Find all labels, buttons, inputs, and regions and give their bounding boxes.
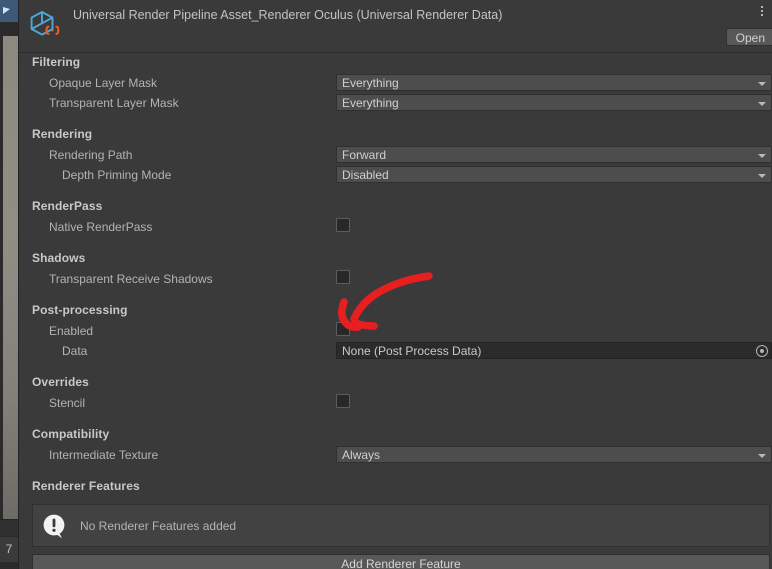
chevron-down-icon <box>758 102 766 106</box>
property-row-rendering-path: Rendering Path Forward <box>19 145 772 165</box>
property-label: Intermediate Texture <box>49 448 159 462</box>
post-processing-enabled-checkbox[interactable] <box>336 322 350 336</box>
property-row-stencil: Stencil <box>19 393 772 413</box>
chevron-down-icon <box>758 174 766 178</box>
help-box-message: No Renderer Features added <box>80 519 237 533</box>
section-header: Shadows <box>32 251 86 265</box>
property-label: Data <box>62 344 88 358</box>
unity-scriptable-object-icon <box>28 8 64 44</box>
help-box-row: No Renderer Features added <box>19 504 772 547</box>
transparent-receive-shadows-checkbox[interactable] <box>336 270 350 284</box>
stencil-checkbox[interactable] <box>336 394 350 408</box>
property-row-native-renderpass: Native RenderPass <box>19 217 772 237</box>
dropdown-value: Everything <box>342 96 399 110</box>
left-pane-number: 7 <box>0 536 18 562</box>
object-field-value: None (Post Process Data) <box>342 344 482 358</box>
section-header-row: Filtering <box>19 53 772 73</box>
section-header: Post-processing <box>32 303 128 317</box>
transparent-layer-mask-field[interactable]: Everything <box>336 94 772 111</box>
chevron-down-icon <box>758 454 766 458</box>
section-header-row: Shadows <box>19 249 772 269</box>
play-triangle-icon <box>3 7 10 14</box>
dropdown-value: Everything <box>342 76 399 90</box>
section-header-row: Overrides <box>19 373 772 393</box>
property-label: Stencil <box>49 396 86 410</box>
asset-title: Universal Render Pipeline Asset_Renderer… <box>73 8 503 22</box>
add-renderer-feature-button[interactable]: Add Renderer Feature <box>32 554 770 569</box>
depth-priming-mode-field[interactable]: Disabled <box>336 166 772 183</box>
property-row-depth-priming-mode: Depth Priming Mode Disabled <box>19 165 772 185</box>
property-row-post-processing-enabled: Enabled <box>19 321 772 341</box>
chevron-down-icon <box>758 82 766 86</box>
property-label: Depth Priming Mode <box>62 168 172 182</box>
dropdown-value: Always <box>342 448 381 462</box>
property-label: Transparent Layer Mask <box>49 96 179 110</box>
property-label: Transparent Receive Shadows <box>49 272 213 286</box>
property-row-post-processing-data: Data None (Post Process Data) <box>19 341 772 361</box>
chevron-down-icon <box>758 154 766 158</box>
property-row-transparent-layer-mask: Transparent Layer Mask Everything <box>19 93 772 113</box>
inspector-body: Filtering Opaque Layer Mask Everything T… <box>19 53 772 569</box>
section-header: RenderPass <box>32 199 103 213</box>
section-header-row: Rendering <box>19 125 772 145</box>
property-label: Native RenderPass <box>49 220 153 234</box>
info-bubble-icon <box>42 514 68 539</box>
left-pane-tab[interactable] <box>0 0 18 22</box>
section-header: Renderer Features <box>32 479 140 493</box>
open-button[interactable]: Open <box>725 28 772 46</box>
section-header: Compatibility <box>32 427 110 441</box>
property-label: Enabled <box>49 324 94 338</box>
scene-view-sliver <box>3 36 18 519</box>
section-header: Overrides <box>32 375 89 389</box>
property-label: Opaque Layer Mask <box>49 76 158 90</box>
property-row-intermediate-texture: Intermediate Texture Always <box>19 445 772 465</box>
dropdown-value: Forward <box>342 148 387 162</box>
dropdown-value: Disabled <box>342 168 389 182</box>
property-label: Rendering Path <box>49 148 133 162</box>
more-options-icon[interactable] <box>755 6 769 22</box>
section-header: Filtering <box>32 55 81 69</box>
inspector-panel: Universal Render Pipeline Asset_Renderer… <box>19 0 772 569</box>
unity-editor-window: 7 Universal Render Pipeline Asset_Render… <box>0 0 772 569</box>
opaque-layer-mask-field[interactable]: Everything <box>336 74 772 91</box>
section-header-row: Compatibility <box>19 425 772 445</box>
intermediate-texture-field[interactable]: Always <box>336 446 772 463</box>
renderer-features-help-box: No Renderer Features added <box>32 504 770 547</box>
native-renderpass-checkbox[interactable] <box>336 218 350 232</box>
add-button-row: Add Renderer Feature <box>19 554 772 569</box>
post-process-data-field[interactable]: None (Post Process Data) <box>336 342 772 359</box>
property-row-opaque-layer-mask: Opaque Layer Mask Everything <box>19 73 772 93</box>
section-header-row: RenderPass <box>19 197 772 217</box>
inspector-header: Universal Render Pipeline Asset_Renderer… <box>19 0 772 53</box>
rendering-path-field[interactable]: Forward <box>336 146 772 163</box>
object-picker-icon[interactable] <box>756 345 768 357</box>
property-row-transparent-receive-shadows: Transparent Receive Shadows <box>19 269 772 289</box>
section-header-row: Post-processing <box>19 301 772 321</box>
section-header-row: Renderer Features <box>19 477 772 497</box>
section-header: Rendering <box>32 127 93 141</box>
